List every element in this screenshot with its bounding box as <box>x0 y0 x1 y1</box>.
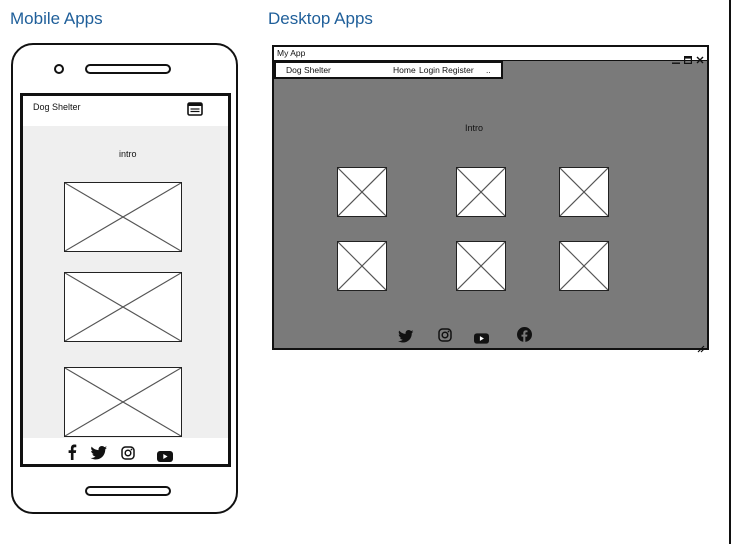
phone-home-button[interactable] <box>85 486 171 496</box>
twitter-icon[interactable] <box>398 328 414 343</box>
mobile-footer <box>23 438 228 464</box>
menu-icon[interactable] <box>187 101 203 116</box>
image-placeholder <box>559 241 609 291</box>
image-placeholder <box>456 167 506 217</box>
maximize-icon[interactable] <box>684 49 693 65</box>
desktop-window: My App Dog Shelter Home Login Register .… <box>272 45 709 353</box>
phone-screen: Dog Shelter intro <box>20 93 231 467</box>
mobile-apps-heading: Mobile Apps <box>10 9 103 28</box>
window-titlebar: My App <box>274 47 707 65</box>
image-placeholder <box>337 241 387 291</box>
image-placeholder <box>456 241 506 291</box>
phone-camera <box>54 64 64 74</box>
mobile-brand[interactable]: Dog Shelter <box>33 102 81 112</box>
nav-register[interactable]: Register <box>442 65 474 75</box>
youtube-icon[interactable] <box>157 447 173 462</box>
resize-grip-icon[interactable] <box>697 338 705 353</box>
phone-speaker <box>85 64 171 74</box>
window-title: My App <box>277 48 306 58</box>
facebook-icon[interactable] <box>517 327 532 342</box>
youtube-icon[interactable] <box>474 329 489 344</box>
desktop-intro: Intro <box>465 123 484 133</box>
nav-login[interactable]: Login <box>419 65 440 75</box>
close-icon[interactable] <box>696 49 704 64</box>
mobile-header: Dog Shelter <box>23 96 228 126</box>
image-placeholder <box>64 182 182 252</box>
twitter-icon[interactable] <box>90 445 108 460</box>
image-placeholder <box>64 272 182 342</box>
minimize-icon[interactable] <box>672 49 680 64</box>
instagram-icon[interactable] <box>121 445 135 460</box>
image-placeholder <box>64 367 182 437</box>
mobile-intro: intro <box>119 149 137 159</box>
desktop-brand[interactable]: Dog Shelter <box>286 65 331 75</box>
image-placeholder <box>337 167 387 217</box>
desktop-apps-heading: Desktop Apps <box>268 9 373 28</box>
nav-home[interactable]: Home <box>393 65 416 75</box>
mobile-body: intro <box>23 126 228 438</box>
nav-more[interactable]: .. <box>486 65 491 75</box>
desktop-navbar: Dog Shelter Home Login Register .. <box>274 61 503 79</box>
instagram-icon[interactable] <box>438 327 452 342</box>
facebook-icon[interactable] <box>67 444 77 460</box>
image-placeholder <box>559 167 609 217</box>
